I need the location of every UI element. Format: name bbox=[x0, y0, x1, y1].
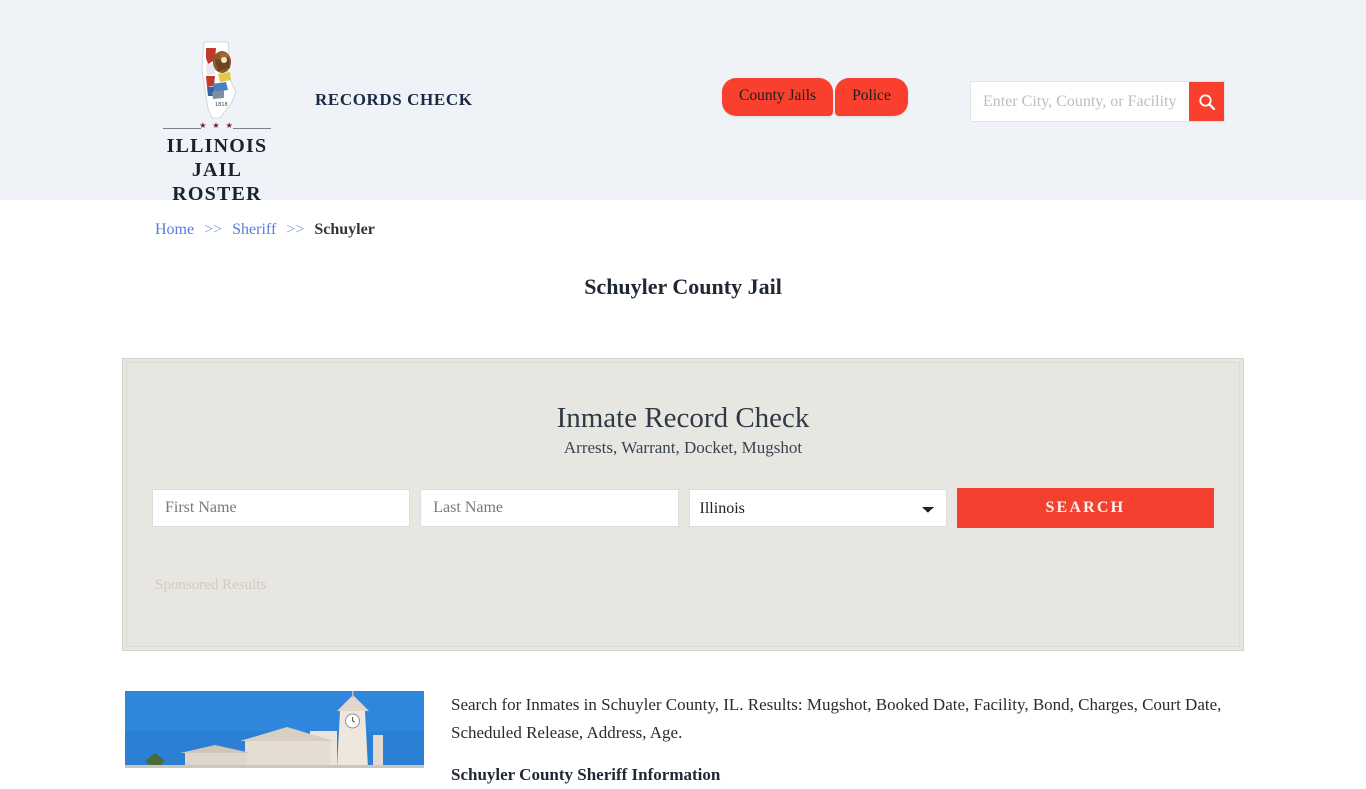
brand-name-line1: ILLINOIS bbox=[166, 135, 268, 157]
primary-nav: County Jails Police bbox=[722, 78, 908, 116]
illinois-state-seal-icon: 1818 bbox=[201, 41, 237, 119]
site-tagline: RECORDS CHECK bbox=[315, 90, 473, 109]
nav-item-police[interactable]: Police bbox=[835, 78, 908, 116]
nav-item-county-jails[interactable]: County Jails bbox=[722, 78, 834, 116]
breadcrumb-item-home[interactable]: Home bbox=[155, 221, 194, 238]
inmate-search-button[interactable]: SEARCH bbox=[956, 488, 1214, 528]
page-title: Schuyler County Jail bbox=[584, 274, 782, 299]
inmate-record-check-panel: Inmate Record Check Arrests, Warrant, Do… bbox=[122, 358, 1244, 651]
content-text-block: Search for Inmates in Schuyler County, I… bbox=[451, 691, 1245, 789]
breadcrumb-item-current: Schuyler bbox=[314, 221, 375, 238]
breadcrumb: Home >> Sheriff >> Schuyler bbox=[155, 221, 375, 239]
breadcrumb-separator-1: >> bbox=[204, 221, 223, 238]
first-name-input[interactable] bbox=[152, 489, 411, 527]
panel-title: Inmate Record Check bbox=[556, 402, 810, 434]
last-name-input[interactable] bbox=[420, 489, 679, 527]
site-logo[interactable]: 1818 ★ ★ ★ ILLINOIS JAIL ROSTER bbox=[152, 40, 282, 206]
state-select[interactable]: Illinois bbox=[688, 489, 947, 527]
panel-subtitle: Arrests, Warrant, Docket, Mugshot bbox=[563, 438, 803, 457]
breadcrumb-separator-2: >> bbox=[286, 221, 305, 238]
header-search-button[interactable] bbox=[1189, 82, 1224, 121]
sponsored-results-label: Sponsored Results bbox=[155, 577, 267, 593]
site-header: 1818 ★ ★ ★ ILLINOIS JAIL ROSTER RECORDS … bbox=[0, 0, 1366, 205]
content-section: Search for Inmates in Schuyler County, I… bbox=[125, 691, 1245, 789]
breadcrumb-item-sheriff[interactable]: Sheriff bbox=[232, 221, 276, 238]
search-icon bbox=[1198, 93, 1215, 110]
content-section-heading: Schuyler County Sheriff Information bbox=[451, 765, 721, 784]
brand-divider: ★ ★ ★ bbox=[163, 121, 271, 133]
svg-text:1818: 1818 bbox=[215, 102, 228, 108]
inmate-search-form: Illinois SEARCH bbox=[127, 488, 1239, 528]
brand-name-line2: JAIL ROSTER bbox=[172, 159, 262, 205]
header-search-input[interactable] bbox=[971, 82, 1189, 121]
brand-divider-stars: ★ ★ ★ bbox=[199, 121, 235, 130]
courthouse-photo[interactable] bbox=[125, 691, 424, 768]
courthouse-image bbox=[125, 691, 424, 768]
header-search-bar bbox=[970, 81, 1225, 122]
content-description: Search for Inmates in Schuyler County, I… bbox=[451, 695, 1222, 742]
